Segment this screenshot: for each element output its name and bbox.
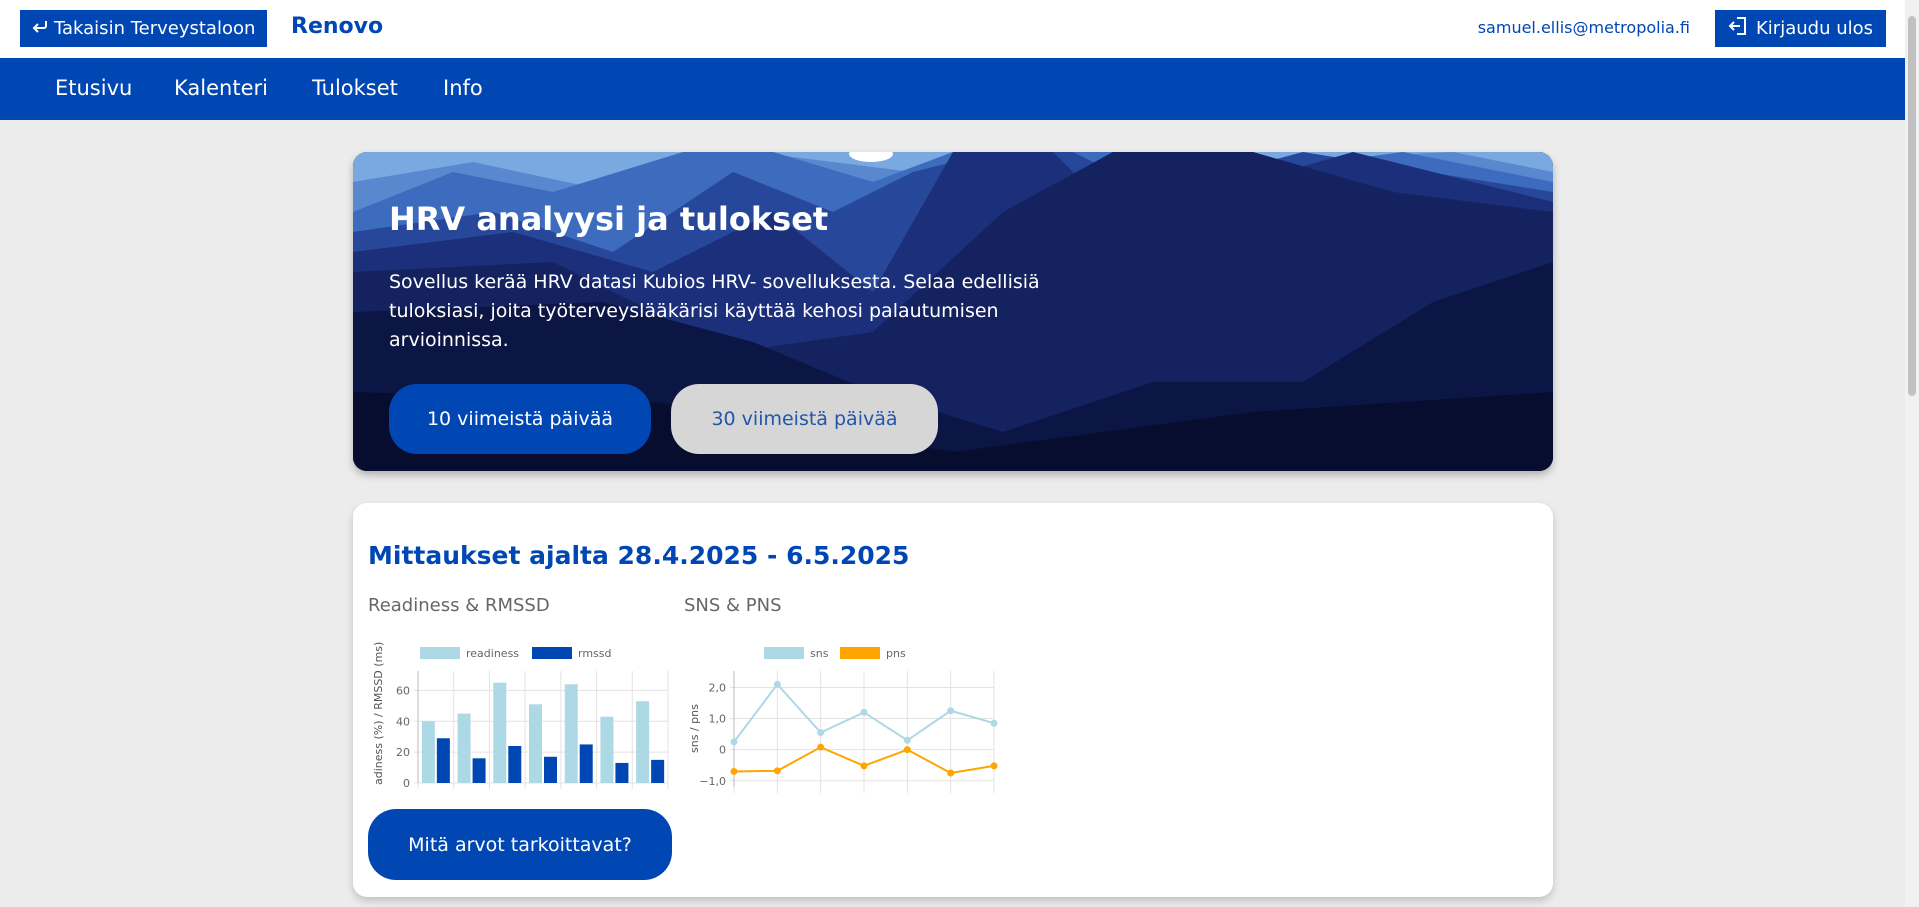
y-tick-label: 1,0 [709, 713, 727, 726]
y-axis-label: adiness (%) / RMSSD (ms) [372, 642, 385, 785]
y-axis-label: sns / pns [688, 704, 701, 753]
y-tick-label: 0 [719, 744, 726, 757]
rmssd-bar [615, 762, 629, 783]
readiness-bar [529, 704, 542, 783]
y-tick-label: 40 [396, 715, 410, 728]
y-tick-label: 2,0 [709, 681, 727, 694]
rmssd-bar [508, 745, 522, 783]
rmssd-bar [579, 744, 593, 783]
rmssd-bar [544, 756, 557, 783]
readiness-bar [600, 716, 614, 783]
nav-item-kalenteri[interactable]: Kalenteri [174, 76, 268, 100]
sns-point [860, 708, 868, 716]
y-tick-label: −1,0 [699, 775, 726, 788]
sns-point [903, 736, 911, 744]
legend-label-pns: pns [886, 647, 906, 660]
user-email: samuel.ellis@metropolia.fi [1477, 18, 1690, 37]
readiness-bar [564, 684, 578, 783]
pns-point [903, 746, 911, 754]
back-button-label: Takaisin Terveystaloon [54, 18, 256, 39]
scroll-thumb[interactable] [1908, 16, 1916, 396]
sns-point [990, 719, 998, 727]
sns-point [773, 680, 781, 688]
legend-label-sns: sns [810, 647, 829, 660]
values-explained-button[interactable]: Mitä arvot tarkoittavat? [368, 809, 672, 880]
sns-pns-chart: −1,0 0 1,0 2,0 sns pns sns / pns [688, 647, 998, 793]
page-scrollbar[interactable] [1905, 0, 1919, 907]
results-title: Mittaukset ajalta 28.4.2025 - 6.5.2025 [368, 541, 910, 570]
y-tick-label: 60 [396, 684, 410, 697]
back-to-terveystalo-button[interactable]: Takaisin Terveystaloon [20, 10, 268, 47]
nav-item-info[interactable]: Info [443, 76, 483, 100]
pns-point [730, 767, 738, 775]
pns-point [773, 767, 781, 775]
sns-point [947, 707, 955, 715]
readiness-rmssd-chart: 0 20 40 60 readiness rmssd adiness (%) / RMSSD… [372, 642, 669, 790]
legend-swatch-sns [764, 647, 804, 659]
rmssd-bar [651, 759, 665, 783]
nav-item-tulokset[interactable]: Tulokset [312, 76, 398, 100]
last-10-days-button[interactable]: 10 viimeistä päivää [389, 384, 651, 454]
main-nav: Etusivu Kalenteri Tulokset Info [0, 58, 1905, 120]
rmssd-bar [472, 758, 486, 783]
readiness-bar [457, 713, 471, 783]
return-arrow-icon [32, 18, 48, 39]
pns-point [990, 762, 998, 770]
brand-logo[interactable]: Renovo [291, 14, 383, 39]
legend-swatch-pns [840, 647, 880, 659]
pns-point [947, 769, 955, 777]
pns-point [817, 743, 825, 751]
logout-label: Kirjaudu ulos [1756, 18, 1873, 39]
chart1-title: Readiness & RMSSD [368, 595, 550, 616]
y-tick-label: 20 [396, 746, 410, 759]
legend-label-rmssd: rmssd [578, 647, 612, 660]
hero-banner: HRV analyysi ja tulokset Sovellus kerää … [353, 152, 1553, 471]
nav-item-etusivu[interactable]: Etusivu [55, 76, 132, 100]
readiness-bar [493, 682, 507, 783]
sns-point [730, 738, 738, 746]
sns-point [817, 729, 825, 737]
y-tick-label: 0 [403, 777, 410, 790]
rmssd-bar [436, 738, 450, 783]
readiness-bar [636, 701, 650, 783]
hero-description: Sovellus kerää HRV datasi Kubios HRV- so… [389, 271, 1040, 351]
logout-icon [1728, 16, 1748, 41]
chart2-title: SNS & PNS [684, 595, 782, 616]
pns-point [860, 762, 868, 770]
legend-swatch-readiness [420, 647, 460, 659]
results-card: Mittaukset ajalta 28.4.2025 - 6.5.2025 R… [353, 503, 1553, 897]
logout-button[interactable]: Kirjaudu ulos [1715, 10, 1886, 47]
legend-swatch-rmssd [532, 647, 572, 659]
last-30-days-button[interactable]: 30 viimeistä päivää [671, 384, 938, 454]
readiness-bar [421, 721, 435, 783]
hero-title: HRV analyysi ja tulokset [389, 200, 829, 238]
legend-label-readiness: readiness [466, 647, 519, 660]
top-bar: Takaisin Terveystaloon Renovo samuel.ell… [0, 0, 1905, 58]
